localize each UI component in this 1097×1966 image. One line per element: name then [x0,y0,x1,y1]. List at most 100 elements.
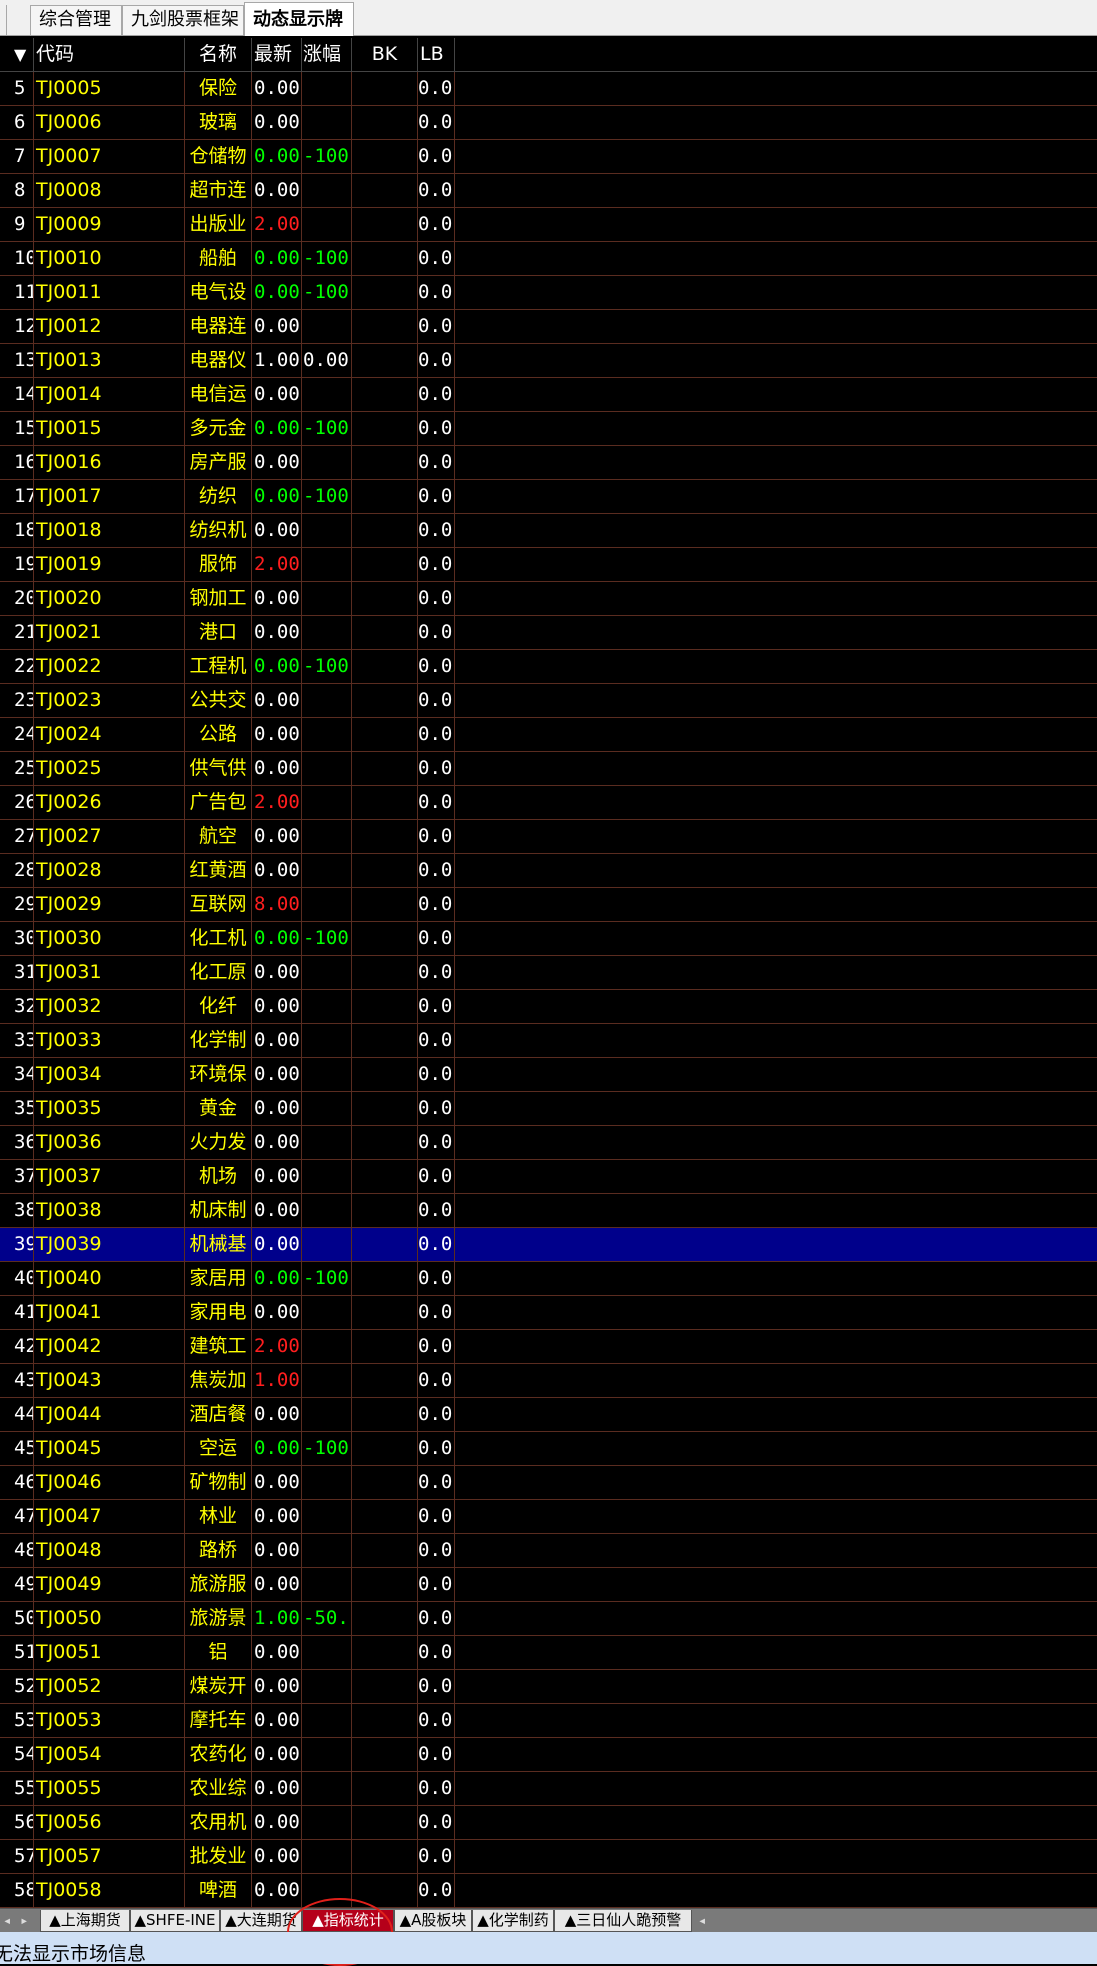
sort-toggle[interactable]: ▼ [0,38,34,72]
table-row[interactable]: 31TJ0031化工原0.00 0.0 [0,956,1097,990]
table-row[interactable]: 34TJ0034环境保0.00 0.0 [0,1058,1097,1092]
cell-last: 0.00 [252,1568,302,1602]
cell-lb: 0.0 [418,1228,455,1262]
table-row[interactable]: 52TJ0052煤炭开0.00 0.0 [0,1670,1097,1704]
table-row[interactable]: 26TJ0026广告包2.00 0.0 [0,786,1097,820]
table-row[interactable]: 58TJ0058啤酒0.00 0.0 [0,1874,1097,1908]
sheet-tab-a-share-sectors[interactable]: ▲A股板块 [394,1910,472,1932]
table-row[interactable]: 21TJ0021港口0.00 0.0 [0,616,1097,650]
table-row[interactable]: 54TJ0054农药化0.00 0.0 [0,1738,1097,1772]
table-row[interactable]: 29TJ0029互联网8.00 0.0 [0,888,1097,922]
row-index: 6 [0,106,34,140]
table-row[interactable]: 30TJ0030化工机0.00-100 0.0 [0,922,1097,956]
cell-filler [455,1874,1097,1908]
table-row[interactable]: 23TJ0023公共交0.00 0.0 [0,684,1097,718]
sheet-tab-three-day-alert[interactable]: ▲三日仙人跪预警 [554,1910,692,1932]
cell-filler [455,1534,1097,1568]
table-row[interactable]: 35TJ0035黄金0.00 0.0 [0,1092,1097,1126]
column-header-change[interactable]: 涨幅 [302,38,352,72]
column-header-bk[interactable]: BK [352,38,418,72]
table-row[interactable]: 44TJ0044酒店餐0.00 0.0 [0,1398,1097,1432]
table-row[interactable]: 19TJ0019服饰2.00 0.0 [0,548,1097,582]
cell-bk [352,1874,418,1908]
cell-name: 公共交 [185,684,252,718]
cell-lb: 0.0 [418,1738,455,1772]
table-row[interactable]: 9 TJ0009 出版业 2.00 0.0 [0,208,1097,242]
cell-last: 0.00 [252,480,302,514]
scroll-left-icon[interactable]: ◂ [3,1913,11,1929]
table-row[interactable]: 24TJ0024公路0.00 0.0 [0,718,1097,752]
table-row[interactable]: 6 TJ0006 玻璃 0.00 0.0 [0,106,1097,140]
row-index: 12 [0,310,34,344]
table-row[interactable]: 38TJ0038机床制0.00 0.0 [0,1194,1097,1228]
table-row[interactable]: 12TJ0012电器连0.00 0.0 [0,310,1097,344]
table-row[interactable]: 5 TJ0005 保险 0.00 0.0 [0,72,1097,106]
cell-change [302,446,352,480]
table-row[interactable]: 10TJ0010船舶0.00-100 0.0 [0,242,1097,276]
table-row[interactable]: 43TJ0043焦炭加1.00 0.0 [0,1364,1097,1398]
table-row[interactable]: 41TJ0041家用电0.00 0.0 [0,1296,1097,1330]
table-row[interactable]: 36TJ0036火力发0.00 0.0 [0,1126,1097,1160]
table-row[interactable]: 47TJ0047林业0.00 0.0 [0,1500,1097,1534]
table-row[interactable]: 51TJ0051铝0.00 0.0 [0,1636,1097,1670]
cell-filler [455,1262,1097,1296]
table-row[interactable]: 37TJ0037机场0.00 0.0 [0,1160,1097,1194]
table-row[interactable]: 25TJ0025供气供0.00 0.0 [0,752,1097,786]
table-row[interactable]: 33TJ0033化学制0.00 0.0 [0,1024,1097,1058]
table-row[interactable]: 20TJ0020钢加工0.00 0.0 [0,582,1097,616]
table-row[interactable]: 40TJ0040家居用0.00-100 0.0 [0,1262,1097,1296]
cell-lb: 0.0 [418,344,455,378]
cell-code: TJ0027 [34,820,185,854]
sheet-tab-dalian-futures[interactable]: ▲大连期货 [220,1910,302,1932]
row-index: 34 [0,1058,34,1092]
row-index: 7 [0,140,34,174]
table-row[interactable]: 28TJ0028红黄酒0.00 0.0 [0,854,1097,888]
table-row[interactable]: 39TJ0039机械基0.00 0.0 [0,1228,1097,1262]
table-row[interactable]: 13TJ0013电器仪1.000.00 0.0 [0,344,1097,378]
table-row[interactable]: 22TJ0022工程机0.00-100 0.0 [0,650,1097,684]
table-row[interactable]: 11TJ0011电气设0.00-100 0.0 [0,276,1097,310]
table-row[interactable]: 32TJ0032化纤0.00 0.0 [0,990,1097,1024]
sheet-tab-indicator-stats[interactable]: ▲指标统计 [302,1910,394,1932]
table-row[interactable]: 56TJ0056农用机0.00 0.0 [0,1806,1097,1840]
table-row[interactable]: 45TJ0045空运0.00-100 0.0 [0,1432,1097,1466]
quote-grid: ▼ 代码 名称 最新 涨幅 BK LB 5 TJ0005 保险 0.00 0.0 6 TJ0… [0,38,1097,1908]
column-header-lb[interactable]: LB [418,38,455,72]
cell-filler [455,310,1097,344]
table-row[interactable]: 42TJ0042建筑工2.00 0.0 [0,1330,1097,1364]
cell-last: 0.00 [252,1160,302,1194]
table-row[interactable]: 7 TJ0007 仓储物 0.00 -100 0.0 [0,140,1097,174]
table-row[interactable]: 8 TJ0008 超市连 0.00 0.0 [0,174,1097,208]
table-row[interactable]: 46TJ0046矿物制0.00 0.0 [0,1466,1097,1500]
cell-change [302,684,352,718]
table-row[interactable]: 55TJ0055农业综0.00 0.0 [0,1772,1097,1806]
cell-lb: 0.0 [418,1194,455,1228]
table-row[interactable]: 17TJ0017纺织0.00-100 0.0 [0,480,1097,514]
scroll-right-icon[interactable]: ▸ [20,1913,28,1929]
table-row[interactable]: 50TJ0050旅游景1.00-50. 0.0 [0,1602,1097,1636]
row-index: 56 [0,1806,34,1840]
tab-jiujian-framework[interactable]: 九剑股票框架 [122,5,244,35]
column-header-last[interactable]: 最新 [252,38,302,72]
table-row[interactable]: 48TJ0048路桥0.00 0.0 [0,1534,1097,1568]
table-row[interactable]: 18TJ0018纺织机0.00 0.0 [0,514,1097,548]
table-row[interactable]: 27TJ0027航空0.00 0.0 [0,820,1097,854]
table-row[interactable]: 15TJ0015多元金0.00-100 0.0 [0,412,1097,446]
sheet-tab-shfe-ine[interactable]: ▲SHFE-INE [130,1910,220,1932]
tab-general-management[interactable]: 综合管理 [30,5,122,35]
column-header-code[interactable]: 代码 [34,38,185,72]
table-row[interactable]: 16TJ0016房产服0.00 0.0 [0,446,1097,480]
row-index: 26 [0,786,34,820]
table-row[interactable]: 49TJ0049旅游服0.00 0.0 [0,1568,1097,1602]
tab-dynamic-board[interactable]: 动态显示牌 [244,2,354,36]
table-row[interactable]: 14TJ0014电信运0.00 0.0 [0,378,1097,412]
table-row[interactable]: 53TJ0053摩托车0.00 0.0 [0,1704,1097,1738]
sheet-tab-shanghai-futures[interactable]: ▲上海期货 [40,1910,130,1932]
sheet-tab-chemical-pharma[interactable]: ▲化学制药 [472,1910,554,1932]
column-header-name[interactable]: 名称 [185,38,252,72]
cell-bk [352,412,418,446]
table-row[interactable]: 57TJ0057批发业0.00 0.0 [0,1840,1097,1874]
cell-code: TJ0046 [34,1466,185,1500]
tab-overflow-icon[interactable]: ◂ [698,1913,706,1929]
cell-name: 玻璃 [185,106,252,140]
